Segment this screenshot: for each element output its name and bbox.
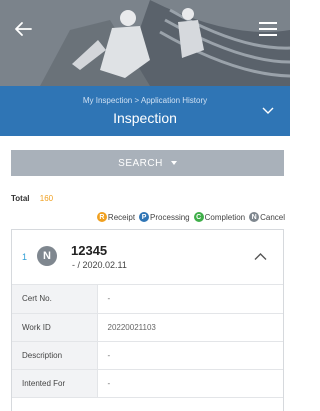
title-bar: My Inspection > Application History Insp… [0,86,290,136]
status-badge: N [37,246,57,266]
table-row: Cert No. - [12,285,283,314]
processing-status-icon: P [139,212,150,222]
legend-label: Completion [204,212,246,222]
row-index: 1 [22,252,28,262]
legend-cancel: N Cancel [249,212,285,222]
cert-date: - / 2020.02.11 [72,260,127,270]
status-legend: R Receipt P Processing C Completion N Ca… [93,212,285,222]
legend-completion: C Completion [193,212,246,222]
cert-no-label: Cert No. [12,285,98,314]
search-label: SEARCH [118,157,163,169]
total-summary: Total 160 [11,194,53,203]
intended-for-value: - [97,369,283,398]
chevron-down-icon[interactable] [262,105,274,115]
page-title: Inspection [113,110,177,126]
card-header[interactable]: 1 N 12345 - / 2020.02.11 [12,230,283,285]
legend-receipt: R Receipt [96,212,136,222]
workers-photo [0,0,290,86]
table-row: Work ID 20220021103 [12,313,283,342]
chevron-up-icon[interactable] [254,252,267,261]
cancel-status-icon: N [249,212,260,222]
work-id-value: 20220021103 [97,313,283,342]
detail-table: Cert No. - Work ID 20220021103 Descripti… [12,285,283,398]
description-label: Description [12,341,98,370]
back-arrow-icon[interactable] [12,18,34,40]
hero-banner [0,0,290,86]
inspection-card: 1 N 12345 - / 2020.02.11 Cert No. - Work… [11,229,284,411]
legend-label: Processing [150,212,190,222]
caret-down-icon [170,161,177,165]
total-label: Total [11,194,30,203]
description-value: - [97,341,283,370]
intended-for-label: Intented For [12,369,98,398]
hamburger-menu-icon[interactable] [258,20,278,38]
cert-number: 12345 [71,243,108,258]
cert-no-value: - [97,285,283,314]
legend-label: Receipt [107,212,136,222]
completion-status-icon: C [193,212,204,222]
total-count: 160 [39,194,54,203]
receipt-status-icon: R [96,212,107,222]
breadcrumb[interactable]: My Inspection > Application History [0,96,290,105]
legend-processing: P Processing [139,212,190,222]
table-row: Intented For - [12,369,283,398]
legend-label: Cancel [260,212,285,222]
table-row: Description - [12,341,283,370]
work-id-label: Work ID [12,313,98,342]
search-button[interactable]: SEARCH [11,150,284,176]
